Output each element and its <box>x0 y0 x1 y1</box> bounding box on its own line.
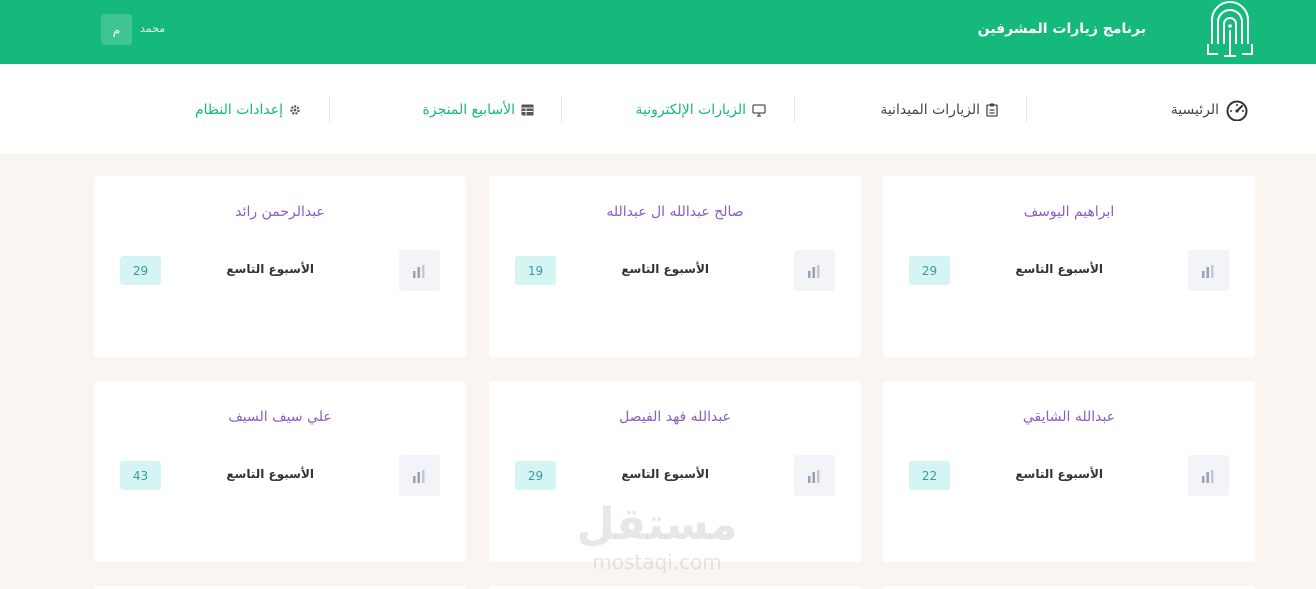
supervisor-card[interactable]: صالح عبدالله ال عبدالله الأسبوع التاسع 1… <box>489 176 861 357</box>
visit-count-badge: 19 <box>515 256 556 285</box>
table-list-icon <box>521 104 534 116</box>
top-bar: برنامج زيارات المشرفين محمد م <box>0 0 1316 64</box>
week-label: الأسبوع التاسع <box>226 262 314 276</box>
supervisor-name[interactable]: عبدالله الشايقي <box>883 409 1255 425</box>
nav-divider <box>794 96 795 122</box>
nav-divider <box>329 96 330 122</box>
clipboard-icon <box>986 103 998 117</box>
nav-field-visits-label: الزيارات الميدانية <box>880 102 980 118</box>
supervisor-card[interactable]: عبدالله الشايقي الأسبوع التاسع 22 <box>883 381 1255 562</box>
week-label: الأسبوع التاسع <box>226 467 314 481</box>
visit-count-badge: 43 <box>120 461 161 490</box>
user-name[interactable]: محمد <box>140 22 165 35</box>
week-label: الأسبوع التاسع <box>621 467 709 481</box>
nav-settings-label: إعدادات النظام <box>194 102 283 118</box>
user-avatar[interactable]: م <box>101 14 132 45</box>
dashboard-gauge-icon <box>1226 100 1248 121</box>
bar-chart-icon <box>1188 455 1229 496</box>
visit-count-badge: 29 <box>120 256 161 285</box>
nav-divider <box>1026 96 1027 122</box>
visit-count-badge: 22 <box>909 461 950 490</box>
visit-count-badge: 29 <box>515 461 556 490</box>
gear-icon <box>290 105 300 115</box>
logo-icon[interactable] <box>1204 0 1256 62</box>
bar-chart-icon <box>794 250 835 291</box>
nav-field-visits[interactable]: الزيارات الميدانية <box>880 98 998 122</box>
bar-chart-icon <box>399 250 440 291</box>
nav-completed-weeks-label: الأسابيع المنجزة <box>422 102 515 118</box>
bar-chart-icon <box>1188 250 1229 291</box>
nav-completed-weeks[interactable]: الأسابيع المنجزة <box>423 98 534 122</box>
supervisor-card[interactable]: عبدالرحمن رائد الأسبوع التاسع 29 <box>94 176 466 357</box>
supervisor-card[interactable]: ابراهيم اليوسف الأسبوع التاسع 29 <box>883 176 1255 357</box>
supervisor-name[interactable]: صالح عبدالله ال عبدالله <box>489 204 861 220</box>
week-label: الأسبوع التاسع <box>1015 467 1103 481</box>
main-nav: الرئيسية الزيارات الميدانية الزيارات الإ… <box>0 64 1316 154</box>
supervisor-name[interactable]: ابراهيم اليوسف <box>883 204 1255 220</box>
watermark: مستقل mostaqi.com <box>572 500 742 580</box>
supervisor-name[interactable]: علي سيف السيف <box>94 409 466 425</box>
nav-e-visits-label: الزيارات الإلكترونية <box>635 102 746 118</box>
monitor-icon <box>752 103 766 117</box>
watermark-latin: mostaqi.com <box>592 550 722 574</box>
bar-chart-icon <box>794 455 835 496</box>
visit-count-badge: 29 <box>909 256 950 285</box>
supervisor-name[interactable]: عبدالله فهد الفيصل <box>489 409 861 425</box>
bar-chart-icon <box>399 455 440 496</box>
nav-settings[interactable]: إعدادات النظام <box>195 98 301 122</box>
nav-home[interactable]: الرئيسية <box>1171 98 1249 122</box>
week-label: الأسبوع التاسع <box>621 262 709 276</box>
app-title: برنامج زيارات المشرفين <box>977 21 1146 37</box>
week-label: الأسبوع التاسع <box>1015 262 1103 276</box>
watermark-arabic: مستقل <box>576 499 738 550</box>
nav-divider <box>561 96 562 122</box>
supervisor-name[interactable]: عبدالرحمن رائد <box>94 204 466 220</box>
nav-e-visits[interactable]: الزيارات الإلكترونية <box>635 98 766 122</box>
nav-home-label: الرئيسية <box>1170 102 1219 118</box>
supervisor-card[interactable]: علي سيف السيف الأسبوع التاسع 43 <box>94 381 466 562</box>
